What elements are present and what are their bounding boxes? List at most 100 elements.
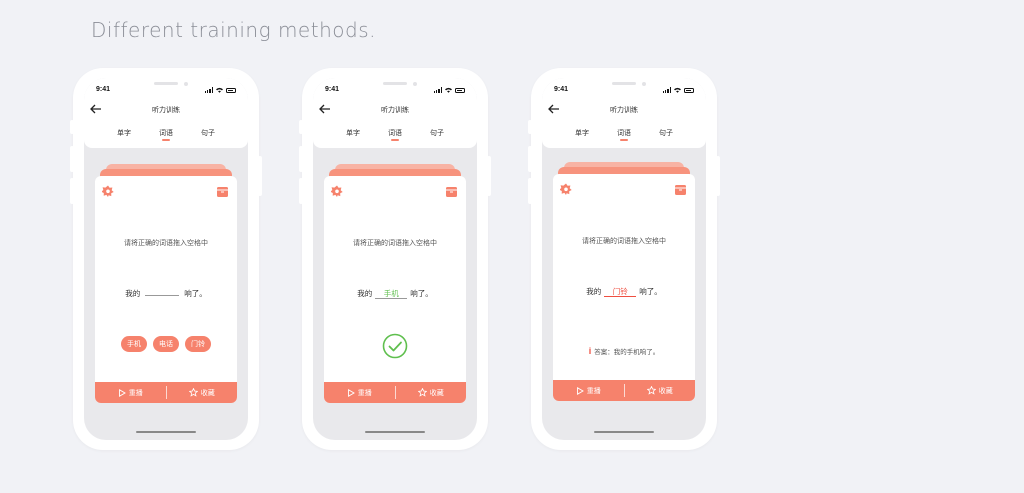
play-icon bbox=[576, 386, 584, 395]
favorite-label: 收藏 bbox=[658, 387, 673, 395]
wifi-icon bbox=[445, 87, 452, 93]
sentence-suffix: 响了。 bbox=[184, 289, 207, 298]
sentence-prefix: 我的 bbox=[586, 287, 602, 296]
answer-text: 答案：我的手机响了。 bbox=[594, 349, 660, 356]
tab-bar: 单字 词语 句子 bbox=[313, 128, 477, 141]
side-button bbox=[70, 146, 74, 172]
sentence-suffix: 响了。 bbox=[410, 289, 433, 298]
status-icons bbox=[433, 86, 465, 94]
exercise-card: 请将正确的词语拖入空格中 我的 门铃 响了。 i 答案：我的手机响了。 重播 收藏 bbox=[553, 174, 695, 401]
nav-title: 听力训练 bbox=[152, 107, 180, 114]
replay-button[interactable]: 重播 bbox=[95, 382, 166, 403]
side-button bbox=[528, 120, 532, 134]
replay-label: 重播 bbox=[586, 387, 601, 395]
header-panel: 9:41 听力训练 单字 词语 句子 bbox=[313, 78, 477, 148]
phone-screen: 9:41 听力训练 单字 词语 句子 请将正确的词语拖入空格中 我的 手机 响了。 bbox=[313, 78, 477, 440]
battery-icon bbox=[684, 87, 694, 93]
wifi-icon bbox=[216, 87, 223, 93]
tab-sentences[interactable]: 句子 bbox=[187, 128, 229, 138]
status-time: 9:41 bbox=[96, 86, 111, 93]
side-button bbox=[299, 120, 303, 134]
side-button bbox=[258, 156, 262, 196]
instruction-text: 请将正确的词语拖入空格中 bbox=[582, 238, 666, 245]
tab-words[interactable]: 词语 bbox=[145, 128, 187, 141]
home-indicator bbox=[594, 431, 654, 433]
side-button bbox=[528, 146, 532, 172]
tab-sentences[interactable]: 句子 bbox=[416, 128, 458, 138]
exercise-card: 请将正确的词语拖入空格中 我的 响了。 手机 电话 门铃 重播 收藏 bbox=[95, 176, 237, 403]
check-circle-icon bbox=[382, 333, 408, 359]
tab-sentences[interactable]: 句子 bbox=[645, 128, 687, 138]
side-button bbox=[528, 178, 532, 204]
word-choices: 手机 电话 门铃 bbox=[95, 336, 237, 352]
favorite-label: 收藏 bbox=[200, 389, 215, 397]
tab-single-char[interactable]: 单字 bbox=[103, 128, 145, 138]
choice-chip[interactable]: 门铃 bbox=[185, 336, 211, 352]
wifi-icon bbox=[674, 87, 681, 93]
action-bar: 重播 收藏 bbox=[95, 382, 237, 403]
signal-icon bbox=[433, 87, 442, 93]
star-icon bbox=[188, 388, 198, 397]
speaker bbox=[383, 82, 407, 85]
side-button bbox=[299, 178, 303, 204]
favorite-button[interactable]: 收藏 bbox=[625, 380, 696, 401]
replay-button[interactable]: 重播 bbox=[553, 380, 624, 401]
camera bbox=[184, 82, 188, 86]
tab-words[interactable]: 词语 bbox=[603, 128, 645, 141]
favorite-button[interactable]: 收藏 bbox=[167, 382, 238, 403]
nav-title: 听力训练 bbox=[381, 107, 409, 114]
action-bar: 重播 收藏 bbox=[324, 382, 466, 403]
favorite-label: 收藏 bbox=[429, 389, 444, 397]
sentence-prefix: 我的 bbox=[125, 289, 141, 298]
choice-chip[interactable]: 电话 bbox=[153, 336, 179, 352]
camera bbox=[413, 82, 417, 86]
home-indicator bbox=[136, 431, 196, 433]
status-icons bbox=[204, 86, 236, 94]
tab-single-char[interactable]: 单字 bbox=[561, 128, 603, 138]
side-button bbox=[70, 178, 74, 204]
phone-screen: 9:41 听力训练 单字 词语 句子 请将正确的词语拖入空格中 我的 响了。 手… bbox=[84, 78, 248, 440]
fill-blank-sentence: 我的 手机 响了。 bbox=[324, 288, 466, 299]
tab-bar: 单字 词语 句子 bbox=[542, 128, 706, 141]
blank-slot[interactable]: 手机 bbox=[375, 289, 408, 299]
instruction-text: 请将正确的词语拖入空格中 bbox=[353, 240, 437, 247]
header-panel: 9:41 听力训练 单字 词语 句子 bbox=[542, 78, 706, 148]
exercise-card: 请将正确的词语拖入空格中 我的 手机 响了。 重播 收藏 bbox=[324, 176, 466, 403]
side-button bbox=[70, 120, 74, 134]
archive-box-icon[interactable] bbox=[446, 186, 457, 197]
gear-icon[interactable] bbox=[560, 183, 572, 195]
battery-icon bbox=[455, 87, 465, 93]
phone-screen: 9:41 听力训练 单字 词语 句子 请将正确的词语拖入空格中 我的 门铃 响了。 bbox=[542, 78, 706, 440]
phone-mockup-3: 9:41 听力训练 单字 词语 句子 请将正确的词语拖入空格中 我的 门铃 响了。 bbox=[528, 68, 720, 450]
favorite-button[interactable]: 收藏 bbox=[396, 382, 467, 403]
speaker bbox=[154, 82, 178, 85]
archive-box-icon[interactable] bbox=[217, 186, 228, 197]
side-button bbox=[487, 156, 491, 196]
replay-label: 重播 bbox=[357, 389, 372, 397]
sentence-prefix: 我的 bbox=[357, 289, 373, 298]
play-icon bbox=[118, 388, 126, 397]
battery-icon bbox=[226, 87, 236, 93]
star-icon bbox=[646, 386, 656, 395]
tab-words[interactable]: 词语 bbox=[374, 128, 416, 141]
gear-icon[interactable] bbox=[102, 185, 114, 197]
nav-title: 听力训练 bbox=[610, 107, 638, 114]
star-icon bbox=[417, 388, 427, 397]
blank-slot[interactable] bbox=[145, 295, 180, 296]
gear-icon[interactable] bbox=[331, 185, 343, 197]
choice-chip[interactable]: 手机 bbox=[121, 336, 147, 352]
status-time: 9:41 bbox=[325, 86, 340, 93]
fill-blank-sentence: 我的 门铃 响了。 bbox=[553, 286, 695, 297]
replay-label: 重播 bbox=[128, 389, 143, 397]
replay-button[interactable]: 重播 bbox=[324, 382, 395, 403]
header-panel: 9:41 听力训练 单字 词语 句子 bbox=[84, 78, 248, 148]
fill-blank-sentence: 我的 响了。 bbox=[95, 288, 237, 299]
tab-single-char[interactable]: 单字 bbox=[332, 128, 374, 138]
tab-bar: 单字 词语 句子 bbox=[84, 128, 248, 141]
status-time: 9:41 bbox=[554, 86, 569, 93]
status-icons bbox=[662, 86, 694, 94]
info-icon: i bbox=[588, 346, 592, 356]
archive-box-icon[interactable] bbox=[675, 184, 686, 195]
blank-slot[interactable]: 门铃 bbox=[604, 287, 637, 297]
phone-mockup-2: 9:41 听力训练 单字 词语 句子 请将正确的词语拖入空格中 我的 手机 响了。 bbox=[299, 68, 491, 450]
